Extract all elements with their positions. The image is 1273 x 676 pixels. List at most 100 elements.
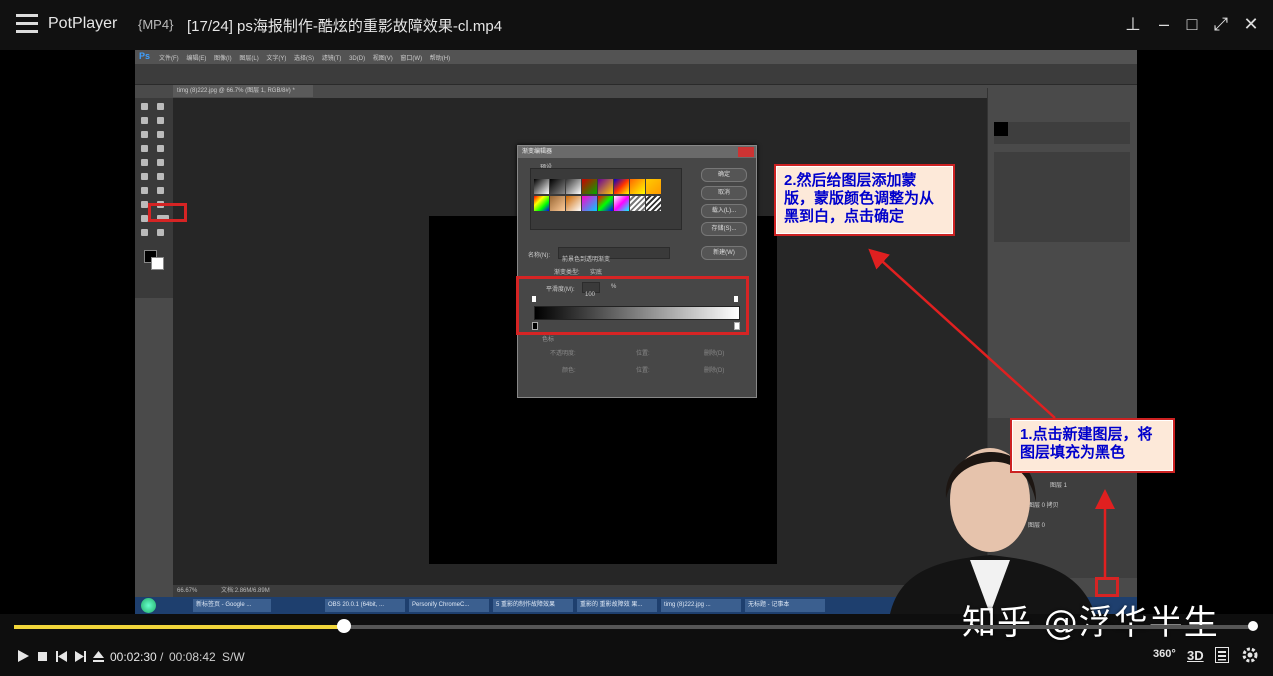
- ps-menu-item: 文字(Y): [266, 56, 287, 62]
- marquee-tool-icon: [157, 103, 164, 110]
- taskbar-item: 5 重影的制作故障效果: [493, 599, 573, 612]
- taskbar-item: 新标签页 - Google ...: [193, 599, 271, 612]
- taskbar-item: OBS 20.0.1 (64bit, ...: [325, 599, 405, 612]
- name-field[interactable]: 前景色到透明渐变: [558, 247, 670, 263]
- mask-thumbnail: [994, 122, 1008, 136]
- preset-swatch[interactable]: [598, 196, 613, 211]
- opacity-label: 不透明度:: [550, 351, 576, 357]
- ps-menu-item: 图层(L): [239, 56, 259, 62]
- delete-button[interactable]: 删除(D): [704, 365, 724, 374]
- total-time: 00:08:42: [169, 650, 216, 664]
- seek-bar[interactable]: [14, 619, 1254, 633]
- preset-swatch[interactable]: [646, 196, 661, 211]
- maximize-button[interactable]: □: [1180, 12, 1204, 36]
- eyedropper-tool-icon: [157, 131, 164, 138]
- close-button[interactable]: ✕: [1239, 12, 1263, 36]
- preset-swatch[interactable]: [534, 196, 549, 211]
- previous-icon[interactable]: [56, 651, 67, 662]
- new-button[interactable]: 新建(W): [701, 246, 747, 260]
- color-label: 颜色:: [562, 368, 576, 374]
- pin-icon[interactable]: ⊥: [1121, 12, 1145, 36]
- properties-body: [994, 152, 1130, 242]
- next-icon[interactable]: [75, 651, 86, 662]
- load-button[interactable]: 载入(L)...: [701, 204, 747, 218]
- preset-swatch[interactable]: [582, 196, 597, 211]
- preset-swatch[interactable]: [566, 179, 581, 194]
- type-value[interactable]: 实底: [590, 267, 602, 276]
- app-name: PotPlayer: [48, 15, 118, 32]
- ps-menu-item: 滤镜(T): [321, 56, 342, 62]
- heal-tool-icon: [141, 145, 148, 152]
- ps-menubar: Ps 文件(F) 编辑(E) 图像(I) 图层(L) 文字(Y) 选择(S) 滤…: [135, 50, 1137, 64]
- taskbar-item: 重影的 重影故障效 果...: [577, 599, 657, 612]
- save-button[interactable]: 存储(S)...: [701, 222, 747, 236]
- taskbar-item: 无标题 - 记事本: [745, 599, 825, 612]
- ps-menu-item: 帮助(H): [429, 56, 451, 62]
- eject-icon[interactable]: [93, 651, 104, 662]
- dialog-title: 渐变编辑器: [518, 146, 756, 158]
- ps-toolbar: [135, 98, 173, 298]
- doc-size: 文档:2.86M/6.89M: [221, 588, 270, 594]
- gradient-presets[interactable]: [530, 168, 682, 230]
- name-value: 前景色到透明渐变: [562, 257, 611, 263]
- ps-document-tab: timg (8)222.jpg @ 66.7% (图层 1, RGB/8#) *: [173, 85, 313, 97]
- seek-handle[interactable]: [336, 619, 351, 633]
- brush-tool-icon: [157, 145, 164, 152]
- callout-step2: 2.然后给图层添加蒙版，蒙版颜色调整为从黑到白，点击确定: [774, 164, 955, 236]
- preset-swatch[interactable]: [582, 179, 597, 194]
- new-layer-button-highlight: [1095, 577, 1119, 597]
- ps-menu-item: 编辑(E): [186, 56, 207, 62]
- hamburger-menu-icon[interactable]: [16, 14, 38, 34]
- cancel-button[interactable]: 取消: [701, 186, 747, 200]
- properties-header: [994, 122, 1130, 144]
- taskbar-item: Personify ChromeC...: [409, 599, 489, 612]
- ps-menu-item: 3D(D): [349, 56, 366, 62]
- preset-swatch[interactable]: [630, 196, 645, 211]
- dodge-tool-icon: [157, 187, 164, 194]
- stamp-tool-icon: [141, 159, 148, 166]
- preset-swatch[interactable]: [550, 179, 565, 194]
- gradient-bar-highlight: [516, 276, 749, 335]
- minimize-button[interactable]: –: [1152, 12, 1176, 36]
- delete-button[interactable]: 删除(D): [704, 348, 724, 357]
- type-label: 渐变类型:: [554, 270, 580, 276]
- start-button-icon: [141, 598, 156, 613]
- 3d-button[interactable]: 3D: [1187, 648, 1204, 663]
- preset-swatch[interactable]: [598, 179, 613, 194]
- dialog-close-icon[interactable]: [738, 147, 754, 157]
- playlist-icon[interactable]: [1215, 647, 1229, 663]
- move-tool-icon: [141, 103, 148, 110]
- vr-360-button[interactable]: 360°: [1153, 648, 1176, 660]
- history-brush-icon: [157, 159, 164, 166]
- blur-tool-icon: [141, 187, 148, 194]
- seek-progress: [14, 625, 344, 629]
- wand-tool-icon: [157, 117, 164, 124]
- playback-mode[interactable]: S/W: [222, 650, 245, 664]
- play-icon[interactable]: [16, 649, 30, 663]
- preset-swatch[interactable]: [646, 179, 661, 194]
- stops-label: 色标: [542, 337, 555, 343]
- preset-swatch[interactable]: [550, 196, 565, 211]
- ps-logo: Ps: [139, 51, 151, 61]
- preset-swatch[interactable]: [614, 196, 629, 211]
- ps-menu-item: 文件(F): [159, 56, 179, 62]
- ps-menu-item: 选择(S): [294, 56, 315, 62]
- location-label: 位置:: [636, 368, 650, 374]
- title-bar: PotPlayer {MP4} [17/24] ps海报制作-酷炫的重影故障效果…: [0, 0, 1273, 50]
- gradient-tool-icon: [157, 173, 164, 180]
- eraser-tool-icon: [141, 173, 148, 180]
- settings-gear-icon[interactable]: [1241, 646, 1259, 664]
- path-select-icon: [141, 215, 148, 222]
- file-title: [17/24] ps海报制作-酷炫的重影故障效果-cl.mp4: [187, 18, 503, 35]
- gradient-editor-dialog: 渐变编辑器 预设: [517, 145, 757, 398]
- ok-button[interactable]: 确定: [701, 168, 747, 182]
- hand-tool-icon: [141, 229, 148, 236]
- stop-icon[interactable]: [38, 652, 47, 661]
- preset-swatch[interactable]: [534, 179, 549, 194]
- fullscreen-icon[interactable]: ⤢: [1209, 12, 1233, 36]
- preset-swatch[interactable]: [614, 179, 629, 194]
- ps-menu-item: 图像(I): [214, 56, 232, 62]
- preset-swatch[interactable]: [566, 196, 581, 211]
- preset-swatch[interactable]: [630, 179, 645, 194]
- crop-tool-icon: [141, 131, 148, 138]
